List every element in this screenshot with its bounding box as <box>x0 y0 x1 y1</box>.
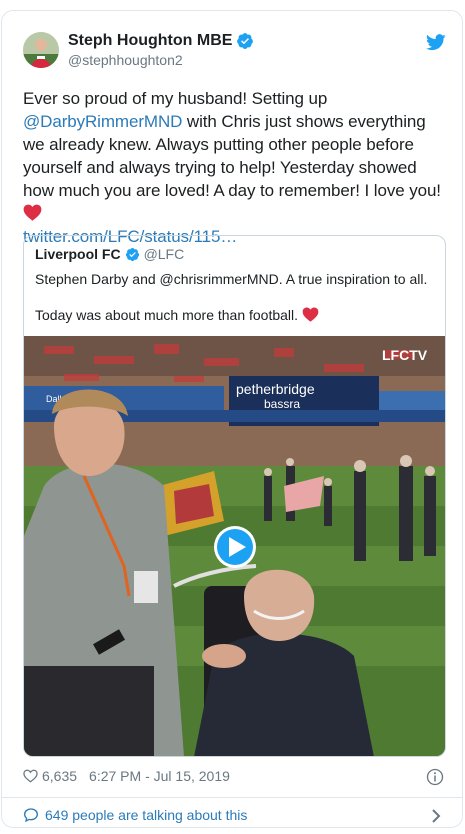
quoted-author-row[interactable]: Liverpool FC @LFC <box>35 246 184 262</box>
divider <box>2 797 462 798</box>
speech-bubble-icon <box>23 808 39 823</box>
twitter-bird-icon[interactable] <box>426 34 446 51</box>
info-icon[interactable] <box>426 768 444 786</box>
tweet-text-part1: Ever so proud of my husband! Setting up <box>23 89 328 108</box>
video-thumbnail[interactable]: Dallas petherbridge bassra LFCTV <box>24 336 445 756</box>
board-title: petherbridge <box>236 381 315 397</box>
tweet-body: Ever so proud of my husband! Setting up … <box>23 87 451 248</box>
quoted-line-2: Today was about much more than football. <box>35 307 302 323</box>
verified-icon <box>125 247 139 261</box>
chevron-right-icon[interactable] <box>431 809 441 823</box>
play-icon[interactable] <box>214 526 256 568</box>
tweet-footer: 6,635 6:27 PM - Jul 15, 2019 <box>23 768 230 784</box>
heart-emoji-icon <box>302 307 319 322</box>
conversation-link[interactable]: 649 people are talking about this <box>23 807 247 823</box>
like-count[interactable]: 6,635 <box>42 768 77 784</box>
quoted-body: Stephen Darby and @chrisrimmerMND. A tru… <box>35 270 435 324</box>
mention-link[interactable]: @DarbyRimmerMND <box>23 112 182 131</box>
quoted-author-handle[interactable]: @LFC <box>144 246 185 262</box>
talking-count[interactable]: 649 people are talking about this <box>45 807 247 823</box>
quoted-line-2-wrap: Today was about much more than football. <box>35 306 435 324</box>
quoted-author-name[interactable]: Liverpool FC <box>35 246 121 262</box>
board-sub: bassra <box>264 397 300 411</box>
lfctv-watermark: LFCTV <box>382 347 428 363</box>
embedded-tweet-card: Steph Houghton MBE @stephhoughton2 Ever … <box>1 10 463 828</box>
verified-icon <box>237 33 254 49</box>
avatar[interactable] <box>23 32 59 68</box>
author-row[interactable]: Steph Houghton MBE <box>68 32 254 50</box>
author-name[interactable]: Steph Houghton MBE <box>68 32 232 50</box>
heart-emoji-icon <box>23 204 42 221</box>
heart-outline-icon[interactable] <box>23 769 38 783</box>
timestamp[interactable]: 6:27 PM - Jul 15, 2019 <box>89 768 230 784</box>
quoted-tweet[interactable]: Liverpool FC @LFC Stephen Darby and @chr… <box>23 235 446 757</box>
author-handle[interactable]: @stephhoughton2 <box>68 52 183 68</box>
quoted-line-1: Stephen Darby and @chrisrimmerMND. A tru… <box>35 271 428 287</box>
